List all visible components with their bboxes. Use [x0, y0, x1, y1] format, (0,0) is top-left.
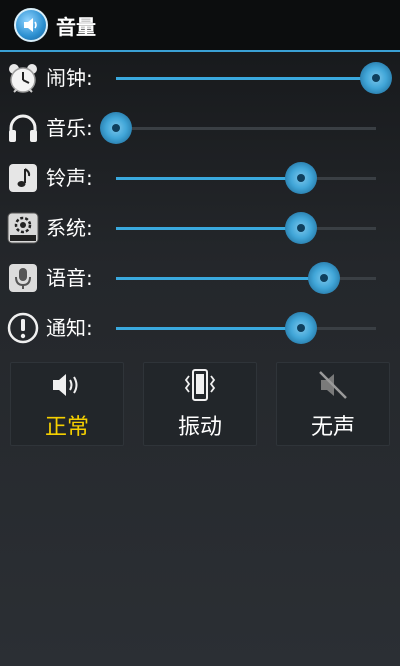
silent-mode-label: 无声	[310, 415, 355, 440]
ringtone-slider-thumb[interactable]	[284, 162, 317, 194]
vibrate-mode-button[interactable]: 振动	[143, 362, 257, 446]
volume-app-icon	[14, 8, 48, 42]
notification-slider-thumb[interactable]	[284, 312, 317, 344]
mute-icon	[316, 367, 350, 403]
system-gear-icon	[6, 211, 40, 245]
ringtone-label: 铃声:	[46, 166, 93, 190]
ringtone-slider-fill	[116, 177, 301, 180]
headphones-icon	[6, 111, 40, 145]
alarm-slider-thumb[interactable]	[360, 62, 392, 94]
music-note-icon	[6, 161, 40, 195]
normal-mode-button[interactable]: 正常	[10, 362, 124, 446]
volume-row-notification: 通知:	[0, 302, 400, 352]
music-slider-thumb[interactable]	[100, 112, 132, 144]
page-title: 音量	[56, 14, 96, 39]
notification-label: 通知:	[46, 316, 93, 340]
volume-row-voice: 语音:	[0, 252, 400, 302]
music-volume-slider[interactable]	[100, 112, 376, 144]
vibrate-mode-label: 振动	[177, 415, 222, 440]
alarm-volume-slider[interactable]	[116, 62, 392, 94]
speaker-icon	[50, 367, 84, 403]
music-label: 音乐:	[46, 116, 93, 140]
notification-volume-slider[interactable]	[116, 312, 376, 344]
volume-row-alarm: 闹钟:	[0, 52, 400, 102]
voice-slider-fill	[116, 277, 324, 280]
voice-volume-slider[interactable]	[116, 262, 376, 294]
alarm-label: 闹钟:	[46, 66, 93, 90]
volume-row-system: 系统:	[0, 202, 400, 252]
notification-slider-fill	[116, 327, 301, 330]
voice-slider-thumb[interactable]	[308, 262, 340, 294]
alarm-slider-fill	[116, 77, 376, 80]
microphone-icon	[6, 261, 40, 295]
system-label: 系统:	[46, 216, 93, 240]
volume-row-music: 音乐:	[0, 102, 400, 152]
system-volume-slider[interactable]	[116, 212, 376, 244]
vibrate-phone-icon	[180, 367, 220, 403]
notification-icon	[6, 311, 40, 345]
ringtone-volume-slider[interactable]	[116, 162, 376, 194]
voice-label: 语音:	[46, 266, 93, 290]
silent-mode-button[interactable]: 无声	[276, 362, 390, 446]
title-bar: 音量	[0, 0, 400, 52]
normal-mode-label: 正常	[44, 415, 89, 440]
system-slider-thumb[interactable]	[284, 212, 317, 244]
volume-row-ringtone: 铃声:	[0, 152, 400, 202]
system-slider-fill	[116, 227, 301, 230]
alarm-clock-icon	[6, 61, 40, 95]
sound-mode-buttons: 正常 振动 无声	[10, 362, 390, 448]
